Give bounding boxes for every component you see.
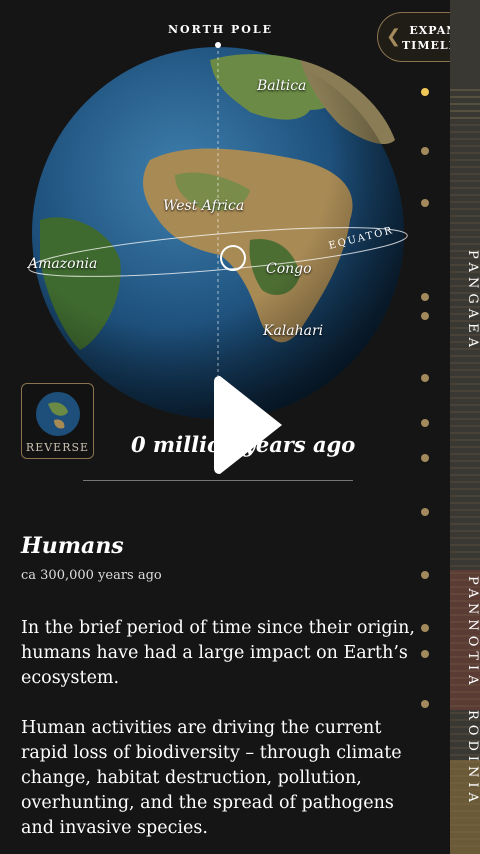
event-paragraph-1: In the brief period of time since their … (21, 618, 415, 688)
timeline-dot[interactable] (421, 571, 429, 579)
place-label-congo: Congo (266, 261, 312, 277)
era-pangaea[interactable]: PANGAEA (450, 250, 480, 352)
timeline-dot[interactable] (421, 508, 429, 516)
timeline-dot[interactable] (421, 650, 429, 658)
event-date: ca 300,000 years ago (21, 568, 162, 583)
chevron-left-icon: ❮ (386, 26, 402, 47)
timeline-dot[interactable] (421, 88, 429, 96)
timeline-dot[interactable] (421, 624, 429, 632)
era-label-rodinia: RODINIA (465, 710, 480, 807)
place-label-baltica: Baltica (257, 78, 307, 94)
event-paragraph-2: Human activities are driving the current… (21, 718, 402, 838)
globe-thumbnail-icon (36, 392, 80, 436)
timeline-bar[interactable]: PANGAEA PANNOTIA RODINIA (450, 0, 480, 854)
era-pannotia[interactable]: PANNOTIA (450, 576, 480, 690)
divider (83, 480, 353, 481)
play-icon[interactable] (212, 372, 288, 478)
place-label-kalahari: Kalahari (263, 323, 324, 339)
timeline-dot[interactable] (421, 419, 429, 427)
era-label-pangaea: PANGAEA (465, 250, 480, 352)
timeline-dot[interactable] (421, 312, 429, 320)
place-label-west-africa: West Africa (163, 198, 245, 214)
place-label-amazonia: Amazonia (28, 256, 98, 272)
event-title: Humans (21, 533, 124, 559)
timeline-dot[interactable] (421, 293, 429, 301)
timeline-dot[interactable] (421, 700, 429, 708)
era-label-pannotia: PANNOTIA (465, 576, 480, 690)
era-rodinia[interactable]: RODINIA (450, 710, 480, 810)
reverse-label: REVERSE (25, 441, 90, 454)
north-pole-label: NORTH POLE (168, 23, 273, 36)
timeline-dot[interactable] (421, 454, 429, 462)
north-pole-marker (215, 42, 221, 48)
timeline-dot[interactable] (421, 147, 429, 155)
timeline-dot[interactable] (421, 374, 429, 382)
reverse-button[interactable]: REVERSE (21, 383, 94, 459)
timeline-dot[interactable] (421, 199, 429, 207)
